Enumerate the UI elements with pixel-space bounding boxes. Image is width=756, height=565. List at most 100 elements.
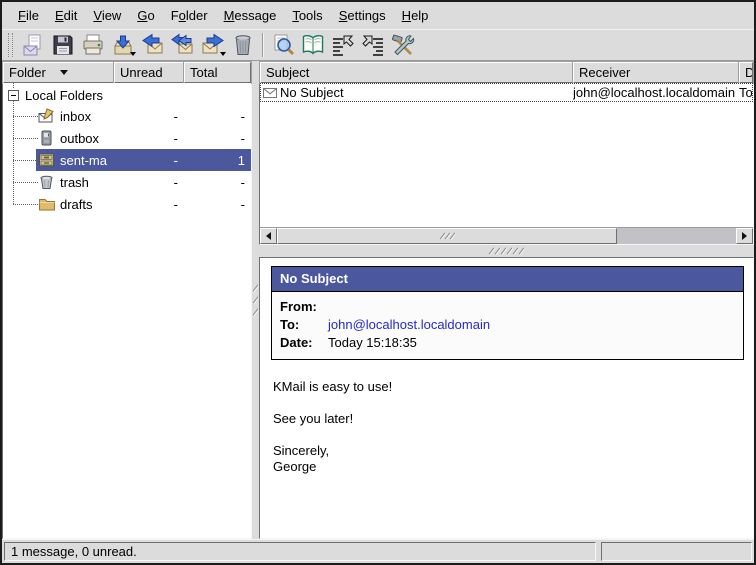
toolbar-grip[interactable] [8, 33, 13, 57]
scroll-right-button[interactable] [736, 228, 753, 244]
dropdown-arrow [220, 52, 226, 56]
folder-unread-count: - [114, 109, 184, 124]
total-column-header[interactable]: Total [184, 62, 251, 83]
to-label: To: [280, 316, 328, 334]
folder-unread-count: - [114, 153, 184, 168]
envelope-icon [263, 88, 277, 98]
configure-icon [391, 33, 415, 57]
right-pane: Subject Receiver Date No Subject john@lo… [259, 61, 754, 539]
find-messages-button[interactable] [268, 31, 298, 59]
message-list: Subject Receiver Date No Subject john@lo… [259, 61, 754, 245]
folder-row-sent-ma[interactable]: sent-ma - 1 [3, 149, 251, 171]
tree-connector [13, 138, 38, 139]
save-icon [51, 33, 75, 57]
message-receiver: john@localhost.localdomain [573, 85, 739, 100]
tree-connector [13, 182, 38, 183]
scrollbar-track[interactable] [617, 228, 736, 244]
status-right-panel [601, 542, 752, 561]
outbox-icon [38, 130, 56, 146]
folder-total-count: 1 [184, 153, 251, 168]
date-row: Date: Today 15:18:35 [280, 334, 735, 352]
folder-row-outbox[interactable]: outbox - - [3, 127, 251, 149]
trash-button[interactable] [228, 31, 258, 59]
menu-tools[interactable]: Tools [284, 5, 330, 26]
sent-mail-icon [38, 152, 56, 168]
folder-label: drafts [60, 197, 93, 212]
folder-unread-count: - [114, 197, 184, 212]
menu-help[interactable]: Help [394, 5, 437, 26]
folder-panel: Folder Unread Total Local Folders inbox … [2, 61, 252, 539]
kmail-window: File Edit View Go Folder Message Tools S… [0, 0, 756, 565]
status-message: 1 message, 0 unread. [4, 542, 596, 561]
find-messages-icon [271, 33, 295, 57]
menu-message[interactable]: Message [216, 5, 285, 26]
date-value: Today 15:18:35 [328, 334, 417, 352]
new-message-button[interactable] [18, 31, 48, 59]
root-folder-label: Local Folders [25, 88, 103, 103]
unread-column-header[interactable]: Unread [114, 62, 184, 83]
trash-folder-icon [38, 174, 56, 190]
toolbar-separator [262, 33, 264, 57]
folder-label: inbox [60, 109, 91, 124]
message-header-fields: From: To: john@localhost.localdomain Dat… [272, 292, 743, 359]
status-text: 1 message, 0 unread. [11, 544, 137, 559]
menubar: File Edit View Go Folder Message Tools S… [2, 2, 754, 29]
menu-edit[interactable]: Edit [47, 5, 85, 26]
date-label: Date: [280, 334, 328, 352]
reply-all-icon [171, 33, 195, 57]
folder-column-header[interactable]: Folder [3, 62, 114, 83]
print-icon [81, 33, 105, 57]
tree-connector [13, 116, 38, 117]
message-list-header: Subject Receiver Date [260, 62, 753, 83]
horizontal-splitter[interactable] [259, 245, 754, 257]
reply-icon [141, 33, 165, 57]
scrollbar-thumb[interactable] [277, 228, 617, 244]
menu-settings[interactable]: Settings [331, 5, 394, 26]
message-list-body: No Subject john@localhost.localdomain To… [260, 83, 753, 227]
folder-row-local-folders[interactable]: Local Folders [3, 85, 251, 105]
folder-row-trash[interactable]: trash - - [3, 171, 251, 193]
address-book-button[interactable] [298, 31, 328, 59]
save-button[interactable] [48, 31, 78, 59]
menu-file[interactable]: File [10, 5, 47, 26]
drafts-folder-icon [38, 196, 56, 212]
receiver-column-label: Receiver [579, 65, 630, 80]
configure-button[interactable] [388, 31, 418, 59]
from-label: From: [280, 298, 328, 316]
forward-button[interactable] [198, 31, 228, 59]
print-button[interactable] [78, 31, 108, 59]
vertical-splitter[interactable] [252, 61, 259, 539]
scroll-left-button[interactable] [260, 228, 277, 244]
next-unread-button[interactable] [358, 31, 388, 59]
menu-folder[interactable]: Folder [163, 5, 216, 26]
reply-button[interactable] [138, 31, 168, 59]
tree-connector [13, 204, 38, 205]
check-mail-button[interactable] [108, 31, 138, 59]
message-title: No Subject [272, 267, 743, 292]
folder-list-header: Folder Unread Total [3, 62, 251, 83]
folder-row-inbox[interactable]: inbox - - [3, 105, 251, 127]
message-preview: No Subject From: To: john@localhost.loca… [259, 257, 754, 539]
to-address-link[interactable]: john@localhost.localdomain [328, 316, 490, 334]
reply-all-button[interactable] [168, 31, 198, 59]
from-row: From: [280, 298, 735, 316]
folder-unread-count: - [114, 131, 184, 146]
subject-column-header[interactable]: Subject [260, 62, 573, 83]
folder-row-drafts[interactable]: drafts - - [3, 193, 251, 215]
menu-view[interactable]: View [85, 5, 129, 26]
horizontal-scrollbar [260, 227, 753, 244]
toolbar [2, 29, 754, 61]
scroll-left-icon [266, 232, 271, 240]
previous-unread-button[interactable] [328, 31, 358, 59]
tree-connector [13, 160, 38, 161]
folder-column-label: Folder [9, 65, 46, 80]
message-body: KMail is easy to use! See you later! Sin… [260, 360, 753, 475]
next-unread-icon [361, 33, 385, 57]
folder-tree: Local Folders inbox - - outbox - - sent- [3, 83, 251, 538]
collapse-expander-icon[interactable] [8, 90, 19, 101]
menu-go[interactable]: Go [129, 5, 162, 26]
receiver-column-header[interactable]: Receiver [573, 62, 739, 83]
message-row[interactable]: No Subject john@localhost.localdomain To… [260, 83, 753, 102]
date-column-header[interactable]: Date [739, 62, 753, 83]
previous-unread-icon [331, 33, 355, 57]
